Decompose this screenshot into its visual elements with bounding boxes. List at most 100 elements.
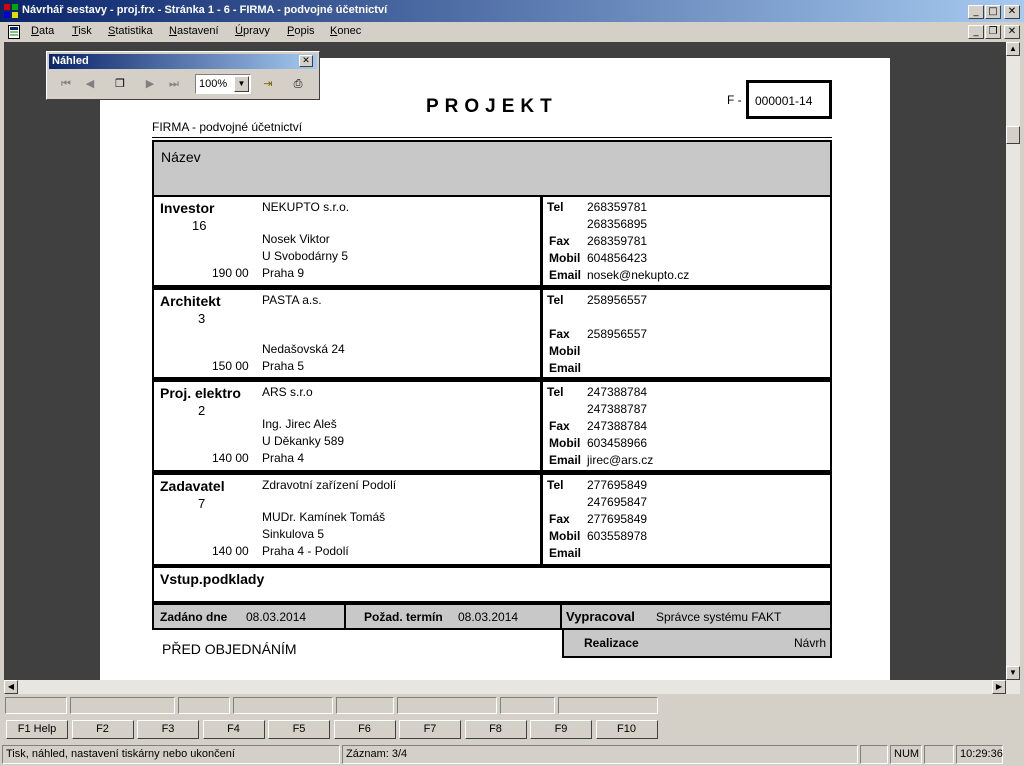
party-zip: 150 00 [212, 359, 249, 373]
close-button[interactable]: ✕ [1004, 5, 1020, 19]
mobil-label: Mobil [549, 529, 581, 543]
tel-label: Tel [547, 293, 564, 307]
vertical-scrollbar[interactable]: ▲ ▼ [1006, 42, 1020, 680]
party-mobil: 603458966 [587, 436, 648, 450]
party-name: NEKUPTO s.r.o. [262, 200, 350, 214]
zadano-value: 08.03.2014 [246, 610, 307, 624]
scroll-left-button[interactable]: ◀ [4, 680, 18, 694]
menu-konec[interactable]: Konec [330, 25, 361, 37]
doc-close-button[interactable]: ✕ [1004, 25, 1020, 39]
menu-data[interactable]: Data [31, 25, 54, 37]
party-city: Praha 9 [262, 266, 305, 280]
party-fax: 247388784 [587, 419, 648, 433]
first-page-icon[interactable]: ⏮ [55, 73, 77, 95]
party-contacts: Tel 258956557 Fax 258956557 Mobil Email [540, 287, 832, 379]
fkey-5-button[interactable]: F5 [268, 720, 330, 739]
tel-label: Tel [547, 200, 564, 214]
menu-upravy[interactable]: Úpravy [235, 25, 270, 37]
fkey-4-button[interactable]: F4 [202, 720, 265, 739]
party-tel: 247388784 [587, 385, 648, 399]
realizace-value: Návrh [793, 636, 826, 650]
fkey-1-button[interactable]: F1 Help [6, 720, 68, 739]
status-hint: Tisk, náhled, nastavení tiskárny nebo uk… [2, 745, 340, 764]
party-tel: 258956557 [587, 293, 648, 307]
party-name: PASTA a.s. [262, 293, 322, 307]
exit-preview-icon[interactable]: ⇥ [257, 73, 279, 95]
scroll-up-button[interactable]: ▲ [1006, 42, 1020, 56]
fkey-6-button[interactable]: F6 [333, 720, 396, 739]
fax-label: Fax [549, 419, 570, 433]
menu-popis[interactable]: Popis [287, 25, 315, 37]
scroll-down-button[interactable]: ▼ [1006, 666, 1020, 680]
window-title: Návrhář sestavy - proj.frx - Stránka 1 -… [22, 4, 388, 16]
report-number-prefix: F - [727, 93, 742, 107]
zoom-select[interactable]: 100% ▼ [195, 74, 251, 94]
next-page-icon[interactable]: ▶ [139, 73, 161, 95]
prev-page-icon[interactable]: ◀ [79, 73, 101, 95]
doc-minimize-button[interactable]: _ [968, 25, 984, 39]
fkey-7-button[interactable]: F7 [399, 720, 461, 739]
vypracoval-value: Správce systému FAKT [656, 610, 782, 624]
copy-pages-icon[interactable]: ❐ [109, 73, 131, 95]
termin-label: Požad. termín [364, 610, 443, 624]
preview-area: PROJEKT F - 000001-14 FIRMA - podvojné ú… [4, 42, 1006, 688]
party-person: Nosek Viktor [262, 232, 330, 246]
menu-bar: Data Tisk Statistika Nastavení Úpravy Po… [0, 22, 1024, 42]
zoom-value: 100% [199, 78, 228, 90]
party-street: Nedašovská 24 [262, 342, 345, 356]
realizace-label: Realizace [584, 636, 639, 650]
printer-icon[interactable]: ⎙ [287, 73, 309, 95]
menu-tisk[interactable]: Tisk [72, 25, 92, 37]
preview-toolbar: Náhled ✕ ⏮ ◀ ❐ ▶ ⏭ 100% ▼ ⇥ ⎙ [46, 51, 320, 100]
order-status: PŘED OBJEDNÁNÍM [162, 641, 297, 657]
termin-value: 08.03.2014 [458, 610, 519, 624]
inputs-section: Vstup.podklady [152, 566, 832, 603]
fkey-8-button[interactable]: F8 [464, 720, 527, 739]
party-tel2: 247695847 [587, 495, 648, 509]
doc-restore-button[interactable]: ❐ [985, 25, 1001, 39]
party-role: Proj. elektro [160, 385, 241, 401]
menu-statistika[interactable]: Statistika [108, 25, 153, 37]
report-number-box: 000001-14 [746, 80, 832, 119]
scroll-thumb[interactable] [1006, 126, 1020, 144]
report-number: 000001-14 [755, 94, 813, 108]
party-tel2: 247388787 [587, 402, 648, 416]
party-role: Zadavatel [160, 478, 225, 494]
chevron-down-icon[interactable]: ▼ [234, 76, 249, 92]
party-person: Ing. Jirec Aleš [262, 417, 337, 431]
party-city: Praha 4 [262, 451, 305, 465]
party-zip: 140 00 [212, 451, 249, 465]
fkey-3-button[interactable]: F3 [137, 720, 199, 739]
scroll-right-button[interactable]: ▶ [992, 680, 1006, 694]
party-email: nosek@nekupto.cz [587, 268, 690, 282]
party-contacts: Tel 268359781 268356895 Fax 268359781 Mo… [540, 195, 832, 287]
party-mobil: 604856423 [587, 251, 648, 265]
fkey-9-button[interactable]: F9 [530, 720, 592, 739]
preview-toolbar-title: Náhled [49, 54, 317, 69]
zadano-cell: Zadáno dne 08.03.2014 [152, 603, 346, 630]
party-code: 2 [198, 403, 206, 418]
party-name: ARS s.r.o [262, 385, 313, 399]
fkey-10-button[interactable]: F10 [595, 720, 658, 739]
minimize-button[interactable]: _ [968, 5, 984, 19]
menu-nastaveni[interactable]: Nastavení [169, 25, 219, 37]
last-page-icon[interactable]: ⏭ [163, 73, 185, 95]
party-fax: 268359781 [587, 234, 648, 248]
email-label: Email [549, 546, 582, 560]
party-street: Sinkulova 5 [262, 527, 325, 541]
party-details: Investor 16 NEKUPTO s.r.o. Nosek Viktor … [152, 195, 542, 287]
maximize-button[interactable]: □ [985, 5, 1001, 19]
name-label: Název [161, 149, 201, 165]
preview-toolbar-close-button[interactable]: ✕ [299, 55, 313, 67]
party-tel2: 268356895 [587, 217, 648, 231]
app-icon [4, 4, 18, 18]
report-page: PROJEKT F - 000001-14 FIRMA - podvojné ú… [100, 58, 890, 688]
tel-label: Tel [547, 385, 564, 399]
fkey-2-button[interactable]: F2 [71, 720, 134, 739]
title-bar: Návrhář sestavy - proj.frx - Stránka 1 -… [0, 0, 1024, 22]
fax-label: Fax [549, 512, 570, 526]
email-label: Email [549, 268, 582, 282]
horizontal-scrollbar[interactable]: ◀ ▶ [4, 680, 1020, 694]
email-label: Email [549, 361, 582, 375]
fax-label: Fax [549, 234, 570, 248]
